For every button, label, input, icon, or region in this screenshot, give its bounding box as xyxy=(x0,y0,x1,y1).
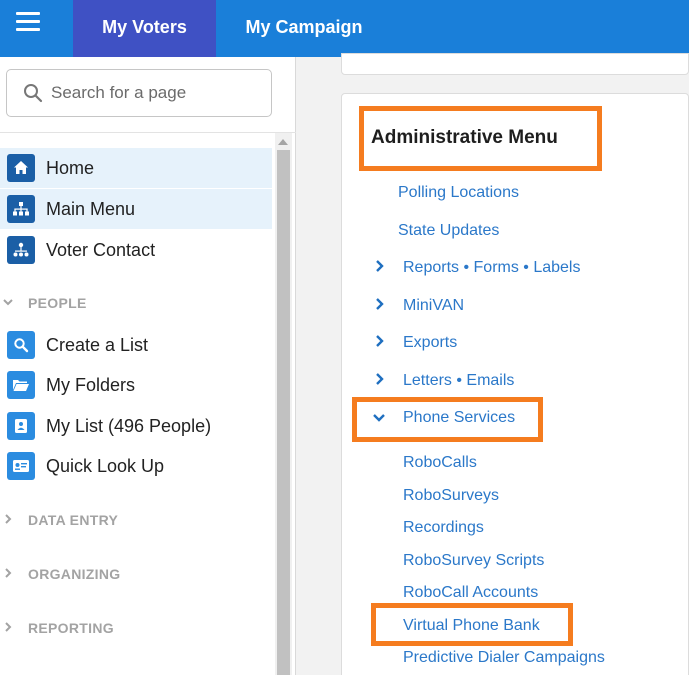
section-label: PEOPLE xyxy=(28,295,87,311)
search-box[interactable] xyxy=(6,69,272,117)
hamburger-menu-icon[interactable] xyxy=(16,12,40,32)
section-people[interactable]: PEOPLE xyxy=(0,288,272,318)
sidebar-item-my-folders[interactable]: My Folders xyxy=(0,365,272,405)
sidebar-item-label: My Folders xyxy=(46,375,136,395)
chevron-down-icon xyxy=(3,299,13,306)
section-label: ORGANIZING xyxy=(28,566,121,582)
chevron-right-icon xyxy=(5,622,12,632)
sidebar-item-label: My List (496 People) xyxy=(46,416,212,436)
link-virtual-phone-bank[interactable]: Virtual Phone Bank xyxy=(403,617,540,635)
section-label: DATA ENTRY xyxy=(28,512,119,528)
sidebar-item-create-a-list[interactable]: Create a List xyxy=(0,325,272,365)
link-reports-forms-labels[interactable]: Reports • Forms • Labels xyxy=(403,259,580,277)
sidebar-item-label: Create a List xyxy=(46,335,149,355)
section-organizing[interactable]: ORGANIZING xyxy=(0,559,272,589)
sitemap-icon xyxy=(7,195,35,223)
sidebar-item-main-menu[interactable]: Main Menu xyxy=(0,189,272,229)
contact-card-icon xyxy=(7,412,35,440)
sidebar-item-voter-contact[interactable]: Voter Contact xyxy=(0,230,272,270)
chevron-right-icon[interactable] xyxy=(374,259,386,273)
tab-my-voters[interactable]: My Voters xyxy=(73,0,216,57)
scrollbar-thumb[interactable] xyxy=(277,150,290,675)
sidebar-item-label: Home xyxy=(46,158,95,178)
folder-icon xyxy=(7,371,35,399)
home-icon xyxy=(7,154,35,182)
sidebar-item-quick-look-up[interactable]: Quick Look Up xyxy=(0,446,272,486)
chevron-right-icon[interactable] xyxy=(374,372,386,386)
chevron-right-icon[interactable] xyxy=(374,297,386,311)
search-icon xyxy=(7,331,35,359)
chevron-right-icon[interactable] xyxy=(374,334,386,348)
chevron-right-icon xyxy=(5,514,12,524)
search-input[interactable] xyxy=(51,70,261,116)
search-icon xyxy=(24,84,43,103)
link-minivan[interactable]: MiniVAN xyxy=(403,297,464,315)
scrollbar[interactable] xyxy=(275,133,292,675)
sidebar: Home Main Menu Voter Contact PEOPLE Crea… xyxy=(0,57,296,675)
sidebar-item-home[interactable]: Home xyxy=(0,148,272,188)
chevron-right-icon xyxy=(5,568,12,578)
id-card-icon xyxy=(7,452,35,480)
link-predictive-dialer-campaigns[interactable]: Predictive Dialer Campaigns xyxy=(403,649,605,667)
sidebar-item-label: Quick Look Up xyxy=(46,456,165,476)
link-polling-locations[interactable]: Polling Locations xyxy=(398,184,519,202)
link-robosurveys[interactable]: RoboSurveys xyxy=(403,487,499,505)
section-reporting[interactable]: REPORTING xyxy=(0,613,272,643)
section-data-entry[interactable]: DATA ENTRY xyxy=(0,505,272,535)
divider xyxy=(0,132,296,133)
scroll-up-arrow-icon[interactable] xyxy=(278,139,288,145)
link-phone-services[interactable]: Phone Services xyxy=(403,409,515,427)
link-letters-emails[interactable]: Letters • Emails xyxy=(403,372,514,390)
link-state-updates[interactable]: State Updates xyxy=(398,222,499,240)
link-robocalls[interactable]: RoboCalls xyxy=(403,454,477,472)
tab-my-campaign[interactable]: My Campaign xyxy=(216,0,392,57)
chevron-down-icon[interactable] xyxy=(372,412,386,424)
top-navigation-bar: My Voters My Campaign xyxy=(0,0,689,57)
sidebar-item-label: Voter Contact xyxy=(46,240,156,260)
section-label: REPORTING xyxy=(28,620,114,636)
card-top-edge xyxy=(341,53,689,75)
admin-menu-title: Administrative Menu xyxy=(371,127,558,148)
link-robosurvey-scripts[interactable]: RoboSurvey Scripts xyxy=(403,552,544,570)
link-robocall-accounts[interactable]: RoboCall Accounts xyxy=(403,584,538,602)
sidebar-item-my-list[interactable]: My List (496 People) xyxy=(0,406,272,446)
sidebar-item-label: Main Menu xyxy=(46,199,136,219)
link-exports[interactable]: Exports xyxy=(403,334,457,352)
main-content xyxy=(296,53,689,675)
network-icon xyxy=(7,236,35,264)
link-recordings[interactable]: Recordings xyxy=(403,519,484,537)
